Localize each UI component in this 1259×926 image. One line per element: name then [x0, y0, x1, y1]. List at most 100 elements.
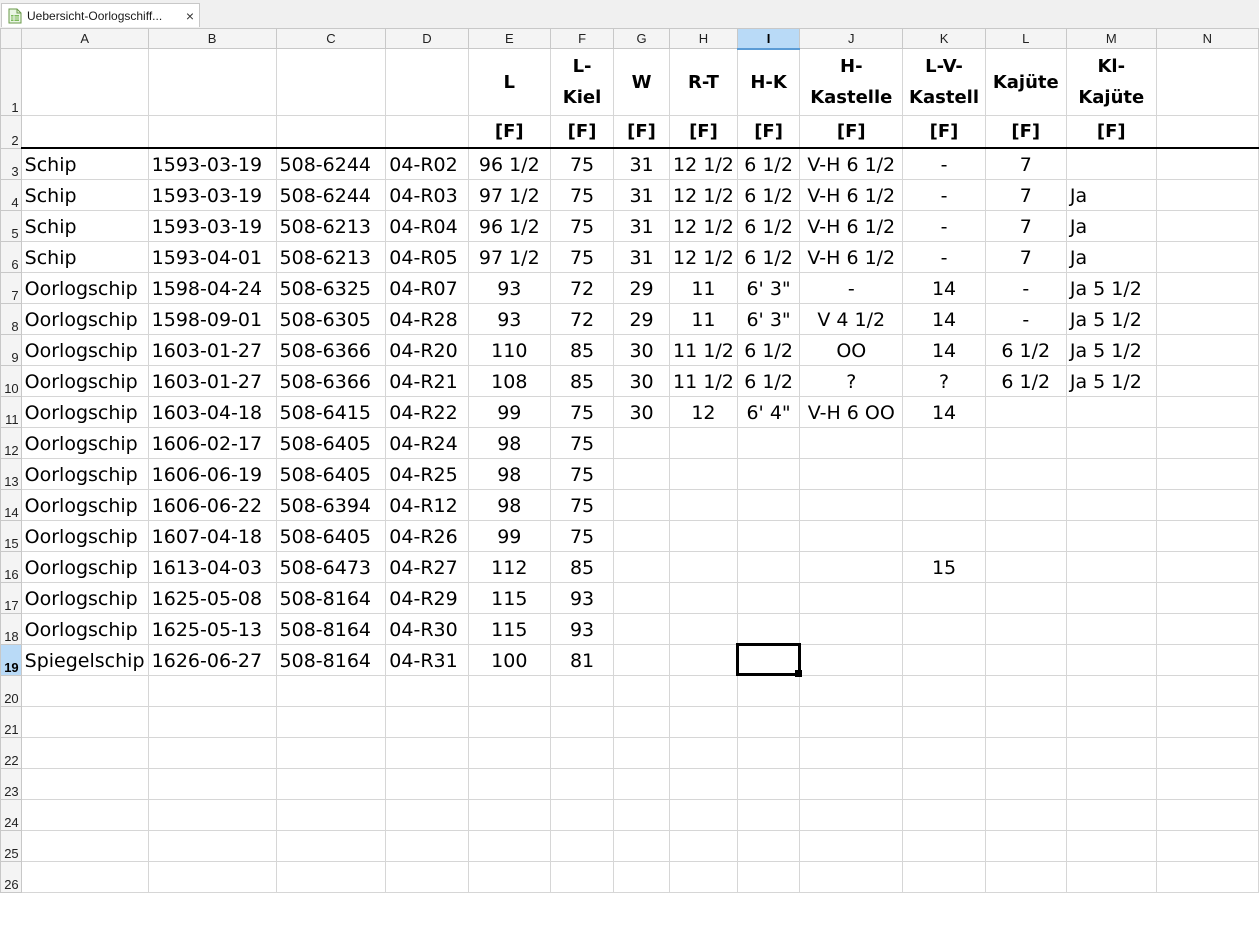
cell-c25[interactable]	[275, 829, 387, 862]
cell-h11[interactable]: 12	[668, 395, 738, 428]
row-header-15[interactable]: 15	[0, 519, 22, 552]
row-header-2[interactable]: 2	[0, 115, 22, 149]
cell-b19[interactable]: 1626-06-27	[147, 643, 277, 676]
cell-e15[interactable]: 99	[467, 519, 552, 552]
cell-j23[interactable]	[799, 767, 904, 800]
cell-f22[interactable]	[549, 736, 615, 769]
row-header-13[interactable]: 13	[0, 457, 22, 490]
cell-m5[interactable]: Ja	[1065, 209, 1157, 242]
cell-h20[interactable]	[668, 674, 738, 707]
cell-d26[interactable]	[385, 860, 469, 893]
cell-a22[interactable]	[20, 736, 149, 769]
cell-c22[interactable]	[275, 736, 387, 769]
cell-c23[interactable]	[275, 767, 387, 800]
cell-e26[interactable]	[467, 860, 552, 893]
cell-d16[interactable]: 04-R27	[385, 550, 469, 583]
cell-h18[interactable]	[668, 612, 738, 645]
row-header-25[interactable]: 25	[0, 829, 22, 862]
cell-c3[interactable]: 508-6244	[275, 147, 387, 180]
cell-a2[interactable]	[20, 115, 149, 149]
cell-m12[interactable]	[1065, 426, 1157, 459]
column-header-a[interactable]: A	[20, 28, 149, 49]
cell-g14[interactable]	[613, 488, 670, 521]
cell-d10[interactable]: 04-R21	[385, 364, 469, 397]
cell-c6[interactable]: 508-6213	[275, 240, 387, 273]
row-header-6[interactable]: 6	[0, 240, 22, 273]
cell-i13[interactable]	[736, 457, 801, 490]
cell-l19[interactable]	[984, 643, 1067, 676]
cell-n17[interactable]	[1155, 581, 1259, 614]
cell-b17[interactable]: 1625-05-08	[147, 581, 277, 614]
cell-n14[interactable]	[1155, 488, 1259, 521]
cell-e5[interactable]: 96 1/2	[467, 209, 552, 242]
cell-b4[interactable]: 1593-03-19	[147, 178, 277, 211]
cell-n25[interactable]	[1155, 829, 1259, 862]
cell-l10[interactable]: 6 1/2	[984, 364, 1067, 397]
cell-g1[interactable]: W	[613, 48, 670, 116]
cell-k24[interactable]	[902, 798, 986, 831]
cell-i26[interactable]	[736, 860, 801, 893]
cell-c5[interactable]: 508-6213	[275, 209, 387, 242]
cell-b2[interactable]	[147, 115, 277, 149]
cell-g7[interactable]: 29	[613, 271, 670, 304]
cell-a15[interactable]: Oorlogschip	[20, 519, 149, 552]
cell-n7[interactable]	[1155, 271, 1259, 304]
cell-j11[interactable]: V-H 6 OO	[799, 395, 904, 428]
cell-j4[interactable]: V-H 6 1/2	[799, 178, 904, 211]
cell-l16[interactable]	[984, 550, 1067, 583]
cell-d21[interactable]	[385, 705, 469, 738]
cell-m4[interactable]: Ja	[1065, 178, 1157, 211]
column-header-c[interactable]: C	[275, 28, 387, 49]
cell-n15[interactable]	[1155, 519, 1259, 552]
cell-g23[interactable]	[613, 767, 670, 800]
cell-i14[interactable]	[736, 488, 801, 521]
cell-i7[interactable]: 6' 3"	[736, 271, 801, 304]
cell-l5[interactable]: 7	[984, 209, 1067, 242]
row-header-9[interactable]: 9	[0, 333, 22, 366]
cell-f19[interactable]: 81	[549, 643, 615, 676]
cell-f20[interactable]	[549, 674, 615, 707]
cell-m18[interactable]	[1065, 612, 1157, 645]
cell-h1[interactable]: R-T	[668, 48, 738, 116]
cell-c19[interactable]: 508-8164	[275, 643, 387, 676]
cell-m1[interactable]: Kl- Kajüte	[1065, 48, 1157, 116]
cell-c11[interactable]: 508-6415	[275, 395, 387, 428]
cell-i5[interactable]: 6 1/2	[736, 209, 801, 242]
cell-b6[interactable]: 1593-04-01	[147, 240, 277, 273]
cell-d2[interactable]	[385, 115, 469, 149]
column-header-d[interactable]: D	[385, 28, 469, 49]
cell-h7[interactable]: 11	[668, 271, 738, 304]
cell-n24[interactable]	[1155, 798, 1259, 831]
cell-b23[interactable]	[147, 767, 277, 800]
cell-d18[interactable]: 04-R30	[385, 612, 469, 645]
column-header-b[interactable]: B	[147, 28, 277, 49]
cell-b24[interactable]	[147, 798, 277, 831]
cell-a25[interactable]	[20, 829, 149, 862]
cell-k19[interactable]	[902, 643, 986, 676]
cell-j14[interactable]	[799, 488, 904, 521]
cell-m7[interactable]: Ja 5 1/2	[1065, 271, 1157, 304]
cell-b3[interactable]: 1593-03-19	[147, 147, 277, 180]
cell-k12[interactable]	[902, 426, 986, 459]
cell-n10[interactable]	[1155, 364, 1259, 397]
cell-k4[interactable]: -	[902, 178, 986, 211]
cell-k3[interactable]: -	[902, 147, 986, 180]
cell-e4[interactable]: 97 1/2	[467, 178, 552, 211]
cell-e24[interactable]	[467, 798, 552, 831]
cell-c8[interactable]: 508-6305	[275, 302, 387, 335]
row-header-19[interactable]: 19	[0, 643, 22, 676]
cell-n4[interactable]	[1155, 178, 1259, 211]
cell-h15[interactable]	[668, 519, 738, 552]
cell-g15[interactable]	[613, 519, 670, 552]
cell-b11[interactable]: 1603-04-18	[147, 395, 277, 428]
cell-g8[interactable]: 29	[613, 302, 670, 335]
row-header-26[interactable]: 26	[0, 860, 22, 893]
cell-i8[interactable]: 6' 3"	[736, 302, 801, 335]
cell-g4[interactable]: 31	[613, 178, 670, 211]
cell-n5[interactable]	[1155, 209, 1259, 242]
cell-b10[interactable]: 1603-01-27	[147, 364, 277, 397]
cell-i9[interactable]: 6 1/2	[736, 333, 801, 366]
column-header-k[interactable]: K	[902, 28, 986, 49]
cell-d5[interactable]: 04-R04	[385, 209, 469, 242]
cell-i25[interactable]	[736, 829, 801, 862]
